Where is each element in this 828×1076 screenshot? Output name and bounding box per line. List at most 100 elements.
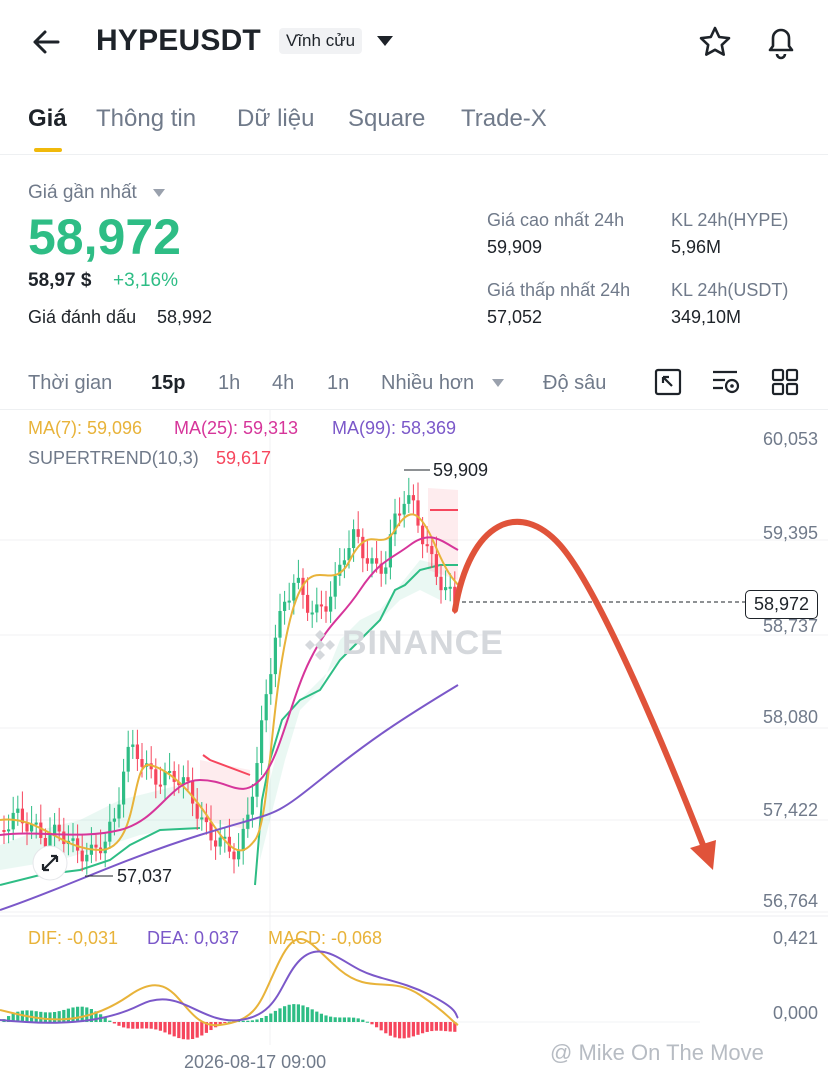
macd-bar xyxy=(347,1017,351,1022)
candle-body xyxy=(11,812,15,830)
candle-body xyxy=(135,744,139,760)
candle-body xyxy=(2,830,6,832)
candle-body xyxy=(434,554,438,577)
candle-body xyxy=(324,606,328,612)
candle-body xyxy=(448,586,452,589)
candle-body xyxy=(241,828,245,851)
supertrend-legend-label: SUPERTREND(10,3) xyxy=(28,448,199,468)
macd-bar xyxy=(126,1022,130,1029)
fullscreen-chart-icon[interactable] xyxy=(654,368,682,396)
volume-quote-label: KL 24h(USDT) xyxy=(671,280,789,300)
prediction-arrowhead xyxy=(690,840,716,870)
candle-body xyxy=(365,558,369,564)
candle-body xyxy=(85,854,89,862)
high-24h-value: 59,909 xyxy=(487,237,543,257)
candle-body xyxy=(287,600,291,603)
macd-bar xyxy=(292,1004,296,1022)
symbol-title[interactable]: HYPEUSDT xyxy=(96,24,261,58)
tab-data[interactable]: Dữ liệu xyxy=(237,105,314,133)
candle-body xyxy=(94,844,98,848)
timeframe-15m[interactable]: 15p xyxy=(151,372,185,395)
ma7-legend: MA(7): 59,096 xyxy=(28,418,143,438)
depth-tab[interactable]: Độ sâu xyxy=(543,372,606,395)
candle-body xyxy=(278,611,282,638)
last-price-dropdown-icon[interactable] xyxy=(152,188,166,198)
candle-body xyxy=(319,604,323,607)
macd-bar xyxy=(48,1012,52,1022)
candle-body xyxy=(273,637,277,675)
back-arrow-icon[interactable] xyxy=(30,26,62,58)
macd-bar xyxy=(425,1022,429,1032)
timeframe-label[interactable]: Thời gian xyxy=(28,372,112,395)
last-price-value: 58,972 xyxy=(28,209,181,265)
candle-body xyxy=(352,529,356,549)
macd-bar xyxy=(191,1022,195,1040)
bell-icon[interactable] xyxy=(764,23,798,61)
macd-bar xyxy=(384,1022,388,1034)
supertrend-legend-value: 59,617 xyxy=(216,448,272,468)
tab-price[interactable]: Giá xyxy=(28,105,67,133)
macd-bar xyxy=(324,1015,328,1022)
candle-body xyxy=(361,536,365,559)
candle-body xyxy=(204,817,208,823)
ma99-legend: MA(99): 58,369 xyxy=(332,418,457,438)
macd-bar xyxy=(255,1019,259,1022)
last-price-label[interactable]: Giá gần nhất xyxy=(28,182,137,204)
more-dropdown-icon[interactable] xyxy=(491,378,505,388)
candle-body xyxy=(237,850,241,860)
macd-axis-zero: 0,000 xyxy=(772,1003,818,1023)
low-24h-value: 57,052 xyxy=(487,307,543,327)
symbol-dropdown-icon[interactable] xyxy=(375,34,395,48)
candle-body xyxy=(430,545,434,555)
macd-bar xyxy=(260,1017,264,1022)
macd-bar xyxy=(333,1017,337,1022)
timeframe-more[interactable]: Nhiều hơn xyxy=(381,372,474,395)
macd-bar xyxy=(177,1022,181,1039)
macd-bar xyxy=(421,1022,425,1034)
candle-body xyxy=(255,763,259,797)
macd-bar xyxy=(53,1011,57,1022)
macd-axis-top: 0,421 xyxy=(772,928,818,948)
timeframe-1d[interactable]: 1n xyxy=(327,372,349,395)
macd-bar xyxy=(158,1022,162,1031)
volume-base-value: 5,96M xyxy=(671,237,722,257)
candle-body xyxy=(117,804,121,819)
candle-body xyxy=(57,824,61,832)
grid-layout-icon[interactable] xyxy=(771,368,799,396)
high-24h-label: Giá cao nhất 24h xyxy=(487,210,625,230)
macd-bar xyxy=(416,1022,420,1035)
macd-bar xyxy=(154,1022,158,1030)
macd-bar xyxy=(306,1007,310,1022)
candle-body xyxy=(103,841,107,854)
indicator-settings-icon[interactable] xyxy=(711,368,741,396)
macd-bar xyxy=(269,1013,273,1022)
candle-body xyxy=(421,525,425,545)
candle-body xyxy=(416,500,420,526)
prediction-arrow xyxy=(452,518,708,853)
expand-chart-icon[interactable] xyxy=(32,845,68,881)
candle-body xyxy=(342,560,346,565)
macd-value-legend: MACD: -0,068 xyxy=(268,928,383,948)
candle-body xyxy=(80,850,84,862)
timeframe-4h[interactable]: 4h xyxy=(272,372,294,395)
candle-body xyxy=(296,577,300,583)
macd-bar xyxy=(375,1022,379,1028)
candle-body xyxy=(260,720,264,764)
macd-bar xyxy=(361,1019,365,1022)
favorite-star-icon[interactable] xyxy=(697,24,733,60)
tab-square[interactable]: Square xyxy=(348,105,425,133)
macd-bar xyxy=(80,1006,84,1022)
macd-bar xyxy=(278,1008,282,1022)
tab-info[interactable]: Thông tin xyxy=(96,105,196,133)
candle-body xyxy=(269,674,273,695)
candle-body xyxy=(154,769,158,785)
timeframe-1h[interactable]: 1h xyxy=(218,372,240,395)
macd-bar xyxy=(135,1022,139,1029)
candlestick-chart[interactable] xyxy=(0,410,828,1076)
mark-price-value: 58,992 xyxy=(157,307,213,327)
macd-bar xyxy=(195,1022,199,1038)
candle-body xyxy=(407,495,411,504)
tab-trade-x[interactable]: Trade-X xyxy=(461,105,547,133)
macd-bar xyxy=(163,1022,167,1033)
volume-base-label: KL 24h(HYPE) xyxy=(671,210,789,230)
